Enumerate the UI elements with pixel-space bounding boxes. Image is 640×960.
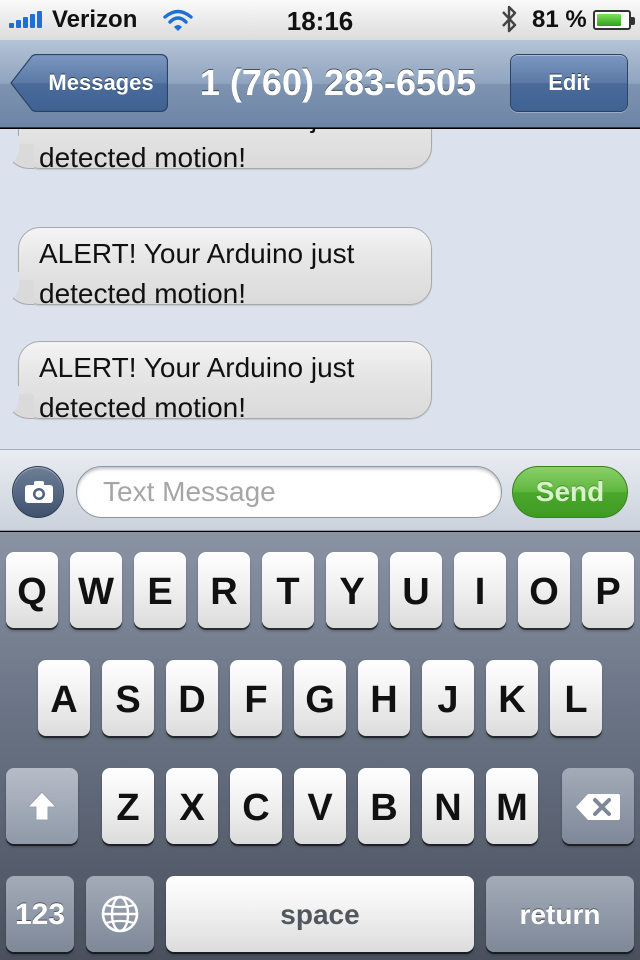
camera-icon [25,481,53,503]
key-d[interactable]: D [166,660,218,736]
message-input[interactable] [76,466,502,518]
send-button[interactable]: Send [512,466,628,518]
back-button[interactable]: Messages [10,54,168,112]
edit-button[interactable]: Edit [510,54,628,112]
key-k[interactable]: K [486,660,538,736]
globe-icon [101,895,139,933]
key-p[interactable]: P [582,552,634,628]
status-bar: Verizon 18:16 81 % [0,0,640,40]
conversation-view[interactable]: ALERT! Your Arduino just detected motion… [0,129,640,449]
key-h[interactable]: H [358,660,410,736]
key-j[interactable]: J [422,660,474,736]
globe-key[interactable] [86,876,154,952]
key-i[interactable]: I [454,552,506,628]
shift-key[interactable] [6,768,78,844]
key-o[interactable]: O [518,552,570,628]
bluetooth-icon [502,5,517,33]
camera-button[interactable] [12,466,64,518]
key-z[interactable]: Z [102,768,154,844]
key-n[interactable]: N [422,768,474,844]
key-r[interactable]: R [198,552,250,628]
key-s[interactable]: S [102,660,154,736]
key-c[interactable]: C [230,768,282,844]
key-l[interactable]: L [550,660,602,736]
backspace-icon [576,794,620,820]
numbers-key[interactable]: 123 [6,876,74,952]
key-q[interactable]: Q [6,552,58,628]
key-m[interactable]: M [486,768,538,844]
key-t[interactable]: T [262,552,314,628]
navigation-bar: Messages 1 (760) 283-6505 Edit [0,40,640,128]
key-w[interactable]: W [70,552,122,628]
key-b[interactable]: B [358,768,410,844]
message-bubble[interactable]: ALERT! Your Arduino just detected motion… [0,129,432,173]
conversation-title: 1 (760) 283-6505 [199,62,477,103]
key-a[interactable]: A [38,660,90,736]
compose-bar: Send [0,449,640,531]
key-v[interactable]: V [294,768,346,844]
battery-percent: 81 % [532,6,587,33]
keyboard: Q W E R T Y U I O P A S D F G H J K L Z … [0,532,640,960]
key-y[interactable]: Y [326,552,378,628]
key-u[interactable]: U [390,552,442,628]
key-e[interactable]: E [134,552,186,628]
message-bubble[interactable]: ALERT! Your Arduino just detected motion… [0,341,432,423]
space-key[interactable]: space [166,876,474,952]
message-bubble[interactable]: ALERT! Your Arduino just detected motion… [0,227,432,309]
key-x[interactable]: X [166,768,218,844]
return-key[interactable]: return [486,876,634,952]
back-button-label: Messages [48,70,154,95]
key-f[interactable]: F [230,660,282,736]
shift-arrow-icon [26,791,58,821]
battery-icon [593,10,635,30]
key-g[interactable]: G [294,660,346,736]
delete-key[interactable] [562,768,634,844]
